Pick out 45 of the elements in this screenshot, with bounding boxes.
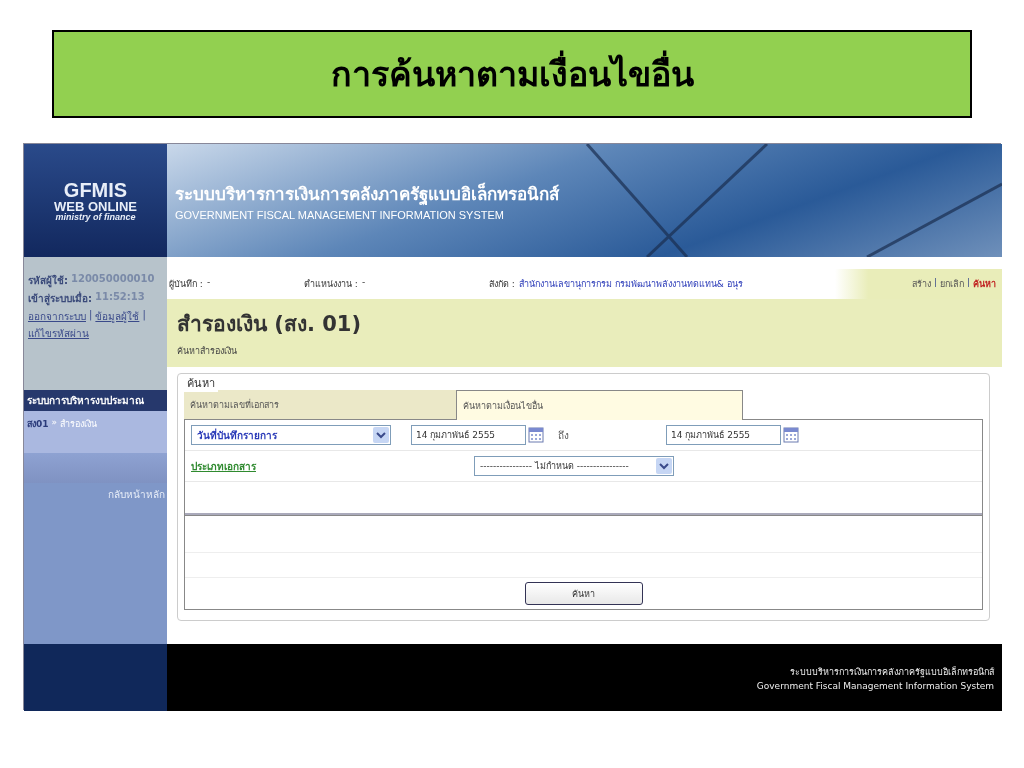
action-link[interactable]: ค้นหา	[973, 277, 996, 291]
info-label: สังกัด :	[489, 278, 515, 291]
action-link[interactable]: สร้าง	[911, 277, 931, 291]
document-type-dropdown[interactable]: ---------------- ไม่กำหนด ----------------	[474, 456, 674, 476]
sidebar-link[interactable]: แก้ไขรหัสผ่าน	[28, 326, 89, 341]
system-title: ระบบบริหารการเงินการคลังภาครัฐแบบอิเล็กทรอนิกส์	[175, 182, 561, 207]
date-from-field[interactable]: 14 กุมภาพันธ์ 2555	[411, 425, 526, 445]
info-value: สำนักงานเลขานุการกรม กรมพัฒนาพลังงานทดแทน& อนุร	[518, 278, 744, 291]
calendar-icon[interactable]	[783, 427, 799, 443]
sidebar-section-header: ระบบการบริหารงบประมาณ	[24, 390, 167, 411]
date-type-dropdown[interactable]: วันที่บันทึกรายการ	[191, 425, 391, 445]
document-type-link[interactable]: ประเภทเอกสาร	[191, 458, 256, 474]
search-button[interactable]: ค้นหา	[524, 582, 643, 605]
logo-text: ministry of finance	[55, 212, 136, 222]
to-label: ถึง	[558, 428, 570, 443]
breadcrumb-separator: »	[51, 417, 58, 429]
page-subtitle: ค้นหาสำรองเงิน	[177, 345, 238, 358]
breadcrumb-current: สำรองเงิน	[60, 418, 98, 431]
slide-title: การค้นหาตามเงื่อนไขอื่น	[52, 30, 972, 118]
login-label: เข้าสู่ระบบเมื่อ:	[28, 291, 92, 306]
breadcrumb-link[interactable]: สง01	[27, 417, 49, 447]
user-id: 120050000010	[71, 273, 155, 286]
action-link[interactable]: ยกเลิก	[939, 277, 964, 291]
info-label: ตำแหน่งงาน :	[304, 278, 358, 291]
login-time: 11:52:13	[95, 291, 145, 304]
link-separator: |	[89, 309, 93, 323]
user-id-label: รหัสผู้ใช้:	[28, 273, 68, 288]
date-to-field[interactable]: 14 กุมภาพันธ์ 2555	[666, 425, 781, 445]
page-title: สำรองเงิน (สง. 01)	[177, 311, 363, 338]
system-subtitle: GOVERNMENT FISCAL MANAGEMENT INFORMATION SYSTEM	[175, 209, 505, 221]
info-label: ผู้บันทึก :	[169, 278, 203, 291]
sidebar-link[interactable]: ออกจากระบบ	[28, 309, 86, 324]
calendar-icon[interactable]	[528, 427, 544, 443]
logo-text: WEB ONLINE	[53, 199, 138, 213]
sidebar-link[interactable]: ข้อมูลผู้ใช้	[95, 309, 140, 324]
info-value: -	[206, 277, 211, 287]
link-separator: |	[142, 309, 146, 323]
logo-text: GFMIS	[63, 179, 128, 200]
footer-text: ระบบบริหารการเงินการคลังภาครัฐแบบอิเล็กทรอนิกส์	[790, 665, 994, 679]
footer-text: Government Fiscal Management Information System	[756, 680, 994, 691]
search-tab[interactable]: ค้นหาตามเลขที่เอกสาร	[184, 390, 456, 420]
info-value: -	[361, 277, 366, 287]
action-separator: |	[966, 277, 970, 289]
action-separator: |	[933, 277, 937, 289]
search-tab[interactable]: ค้นหาตามเงื่อนไขอื่น	[456, 390, 743, 420]
